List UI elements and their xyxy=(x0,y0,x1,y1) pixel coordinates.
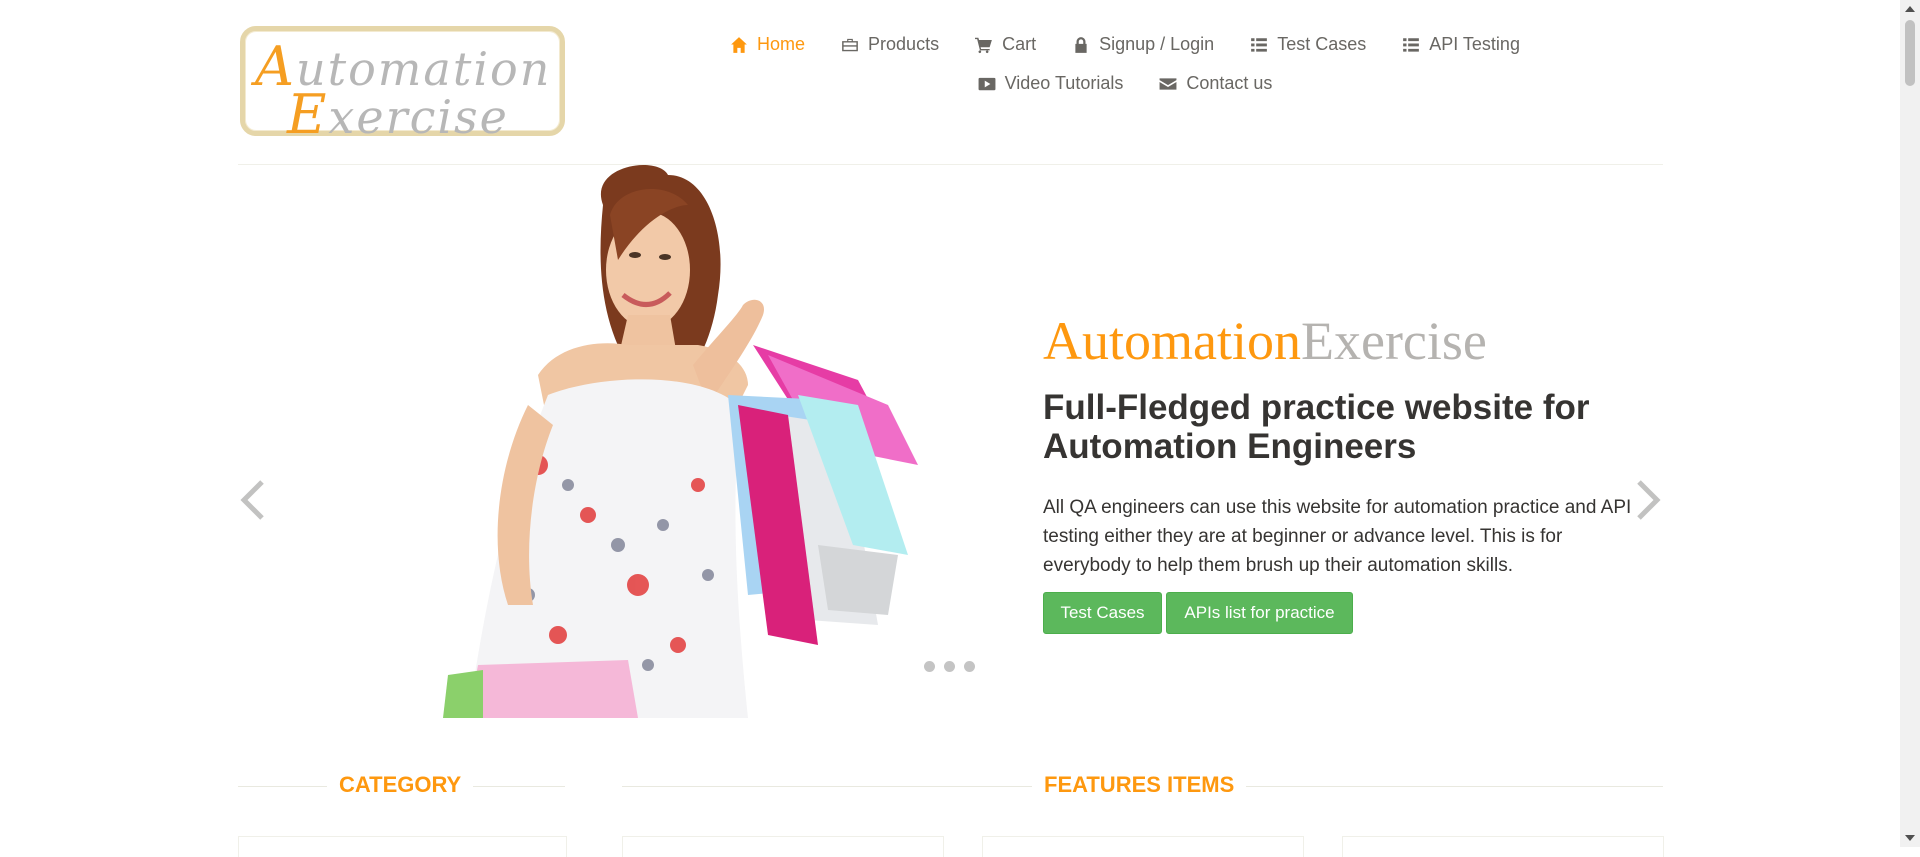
nav-products[interactable]: Products xyxy=(841,34,939,55)
cart-icon xyxy=(975,37,992,53)
nav-api-testing[interactable]: API Testing xyxy=(1402,34,1520,55)
hero-description: All QA engineers can use this website fo… xyxy=(1043,497,1632,576)
nav-products-label: Products xyxy=(868,34,940,54)
features-heading: FEATURES ITEMS xyxy=(1032,772,1247,798)
nav-row-2: Video Tutorials Contact us xyxy=(700,73,1550,94)
hero-subtitle: Full-Fledged practice website for Automa… xyxy=(1043,388,1590,466)
main-nav: Home Products Cart Signup / Login Test C… xyxy=(700,34,1550,94)
logo-line-2: Exercise xyxy=(287,83,509,146)
nav-cart-label: Cart xyxy=(1002,34,1037,54)
slider-next-button[interactable] xyxy=(1633,470,1663,530)
slider-dot-2[interactable] xyxy=(944,661,955,672)
home-icon xyxy=(731,36,747,53)
nav-home[interactable]: Home xyxy=(730,34,805,55)
page-scrollbar[interactable] xyxy=(1900,0,1920,847)
list-icon xyxy=(1251,37,1268,52)
nav-api-testing-label: API Testing xyxy=(1429,34,1520,54)
slider-prev-button[interactable] xyxy=(238,470,268,530)
slider-dot-3[interactable] xyxy=(964,661,975,672)
category-heading: CATEGORY xyxy=(327,772,474,798)
hero-brand-title: AutomationExercise xyxy=(1043,311,1487,371)
scroll-down-arrow[interactable] xyxy=(1905,835,1915,841)
nav-video-tutorials-label: Video Tutorials xyxy=(1004,73,1124,93)
chevron-right-icon xyxy=(1637,480,1661,520)
nav-signup-login-label: Signup / Login xyxy=(1099,34,1215,54)
nav-contact-us-label: Contact us xyxy=(1186,73,1273,93)
lock-icon xyxy=(1075,36,1087,53)
envelope-icon xyxy=(1159,77,1177,90)
list-icon xyxy=(1403,37,1420,52)
nav-signup-login[interactable]: Signup / Login xyxy=(1072,34,1214,55)
site-logo[interactable]: Automation Exercise xyxy=(240,26,565,146)
scroll-up-arrow[interactable] xyxy=(1905,6,1915,12)
apis-list-button[interactable]: APIs list for practice xyxy=(1166,592,1353,634)
nav-video-tutorials[interactable]: Video Tutorials xyxy=(978,73,1124,94)
slider-dot-1[interactable] xyxy=(924,661,935,672)
nav-cart[interactable]: Cart xyxy=(975,34,1036,55)
nav-contact-us[interactable]: Contact us xyxy=(1159,73,1272,94)
nav-test-cases[interactable]: Test Cases xyxy=(1250,34,1366,55)
hero-slider: AutomationExercise Full-Fledged practice… xyxy=(238,165,1663,718)
chevron-left-icon xyxy=(240,480,264,520)
scroll-thumb[interactable] xyxy=(1905,20,1915,86)
slider-indicators xyxy=(924,661,975,672)
youtube-icon xyxy=(978,77,996,90)
test-cases-button[interactable]: Test Cases xyxy=(1043,592,1162,634)
nav-row-1: Home Products Cart Signup / Login Test C… xyxy=(700,34,1550,55)
nav-test-cases-label: Test Cases xyxy=(1277,34,1367,54)
page: Automation Exercise Home Products Cart S… xyxy=(0,0,1900,857)
nav-home-label: Home xyxy=(757,34,806,54)
hero-girl-image xyxy=(443,165,918,718)
briefcase-icon xyxy=(842,38,858,51)
